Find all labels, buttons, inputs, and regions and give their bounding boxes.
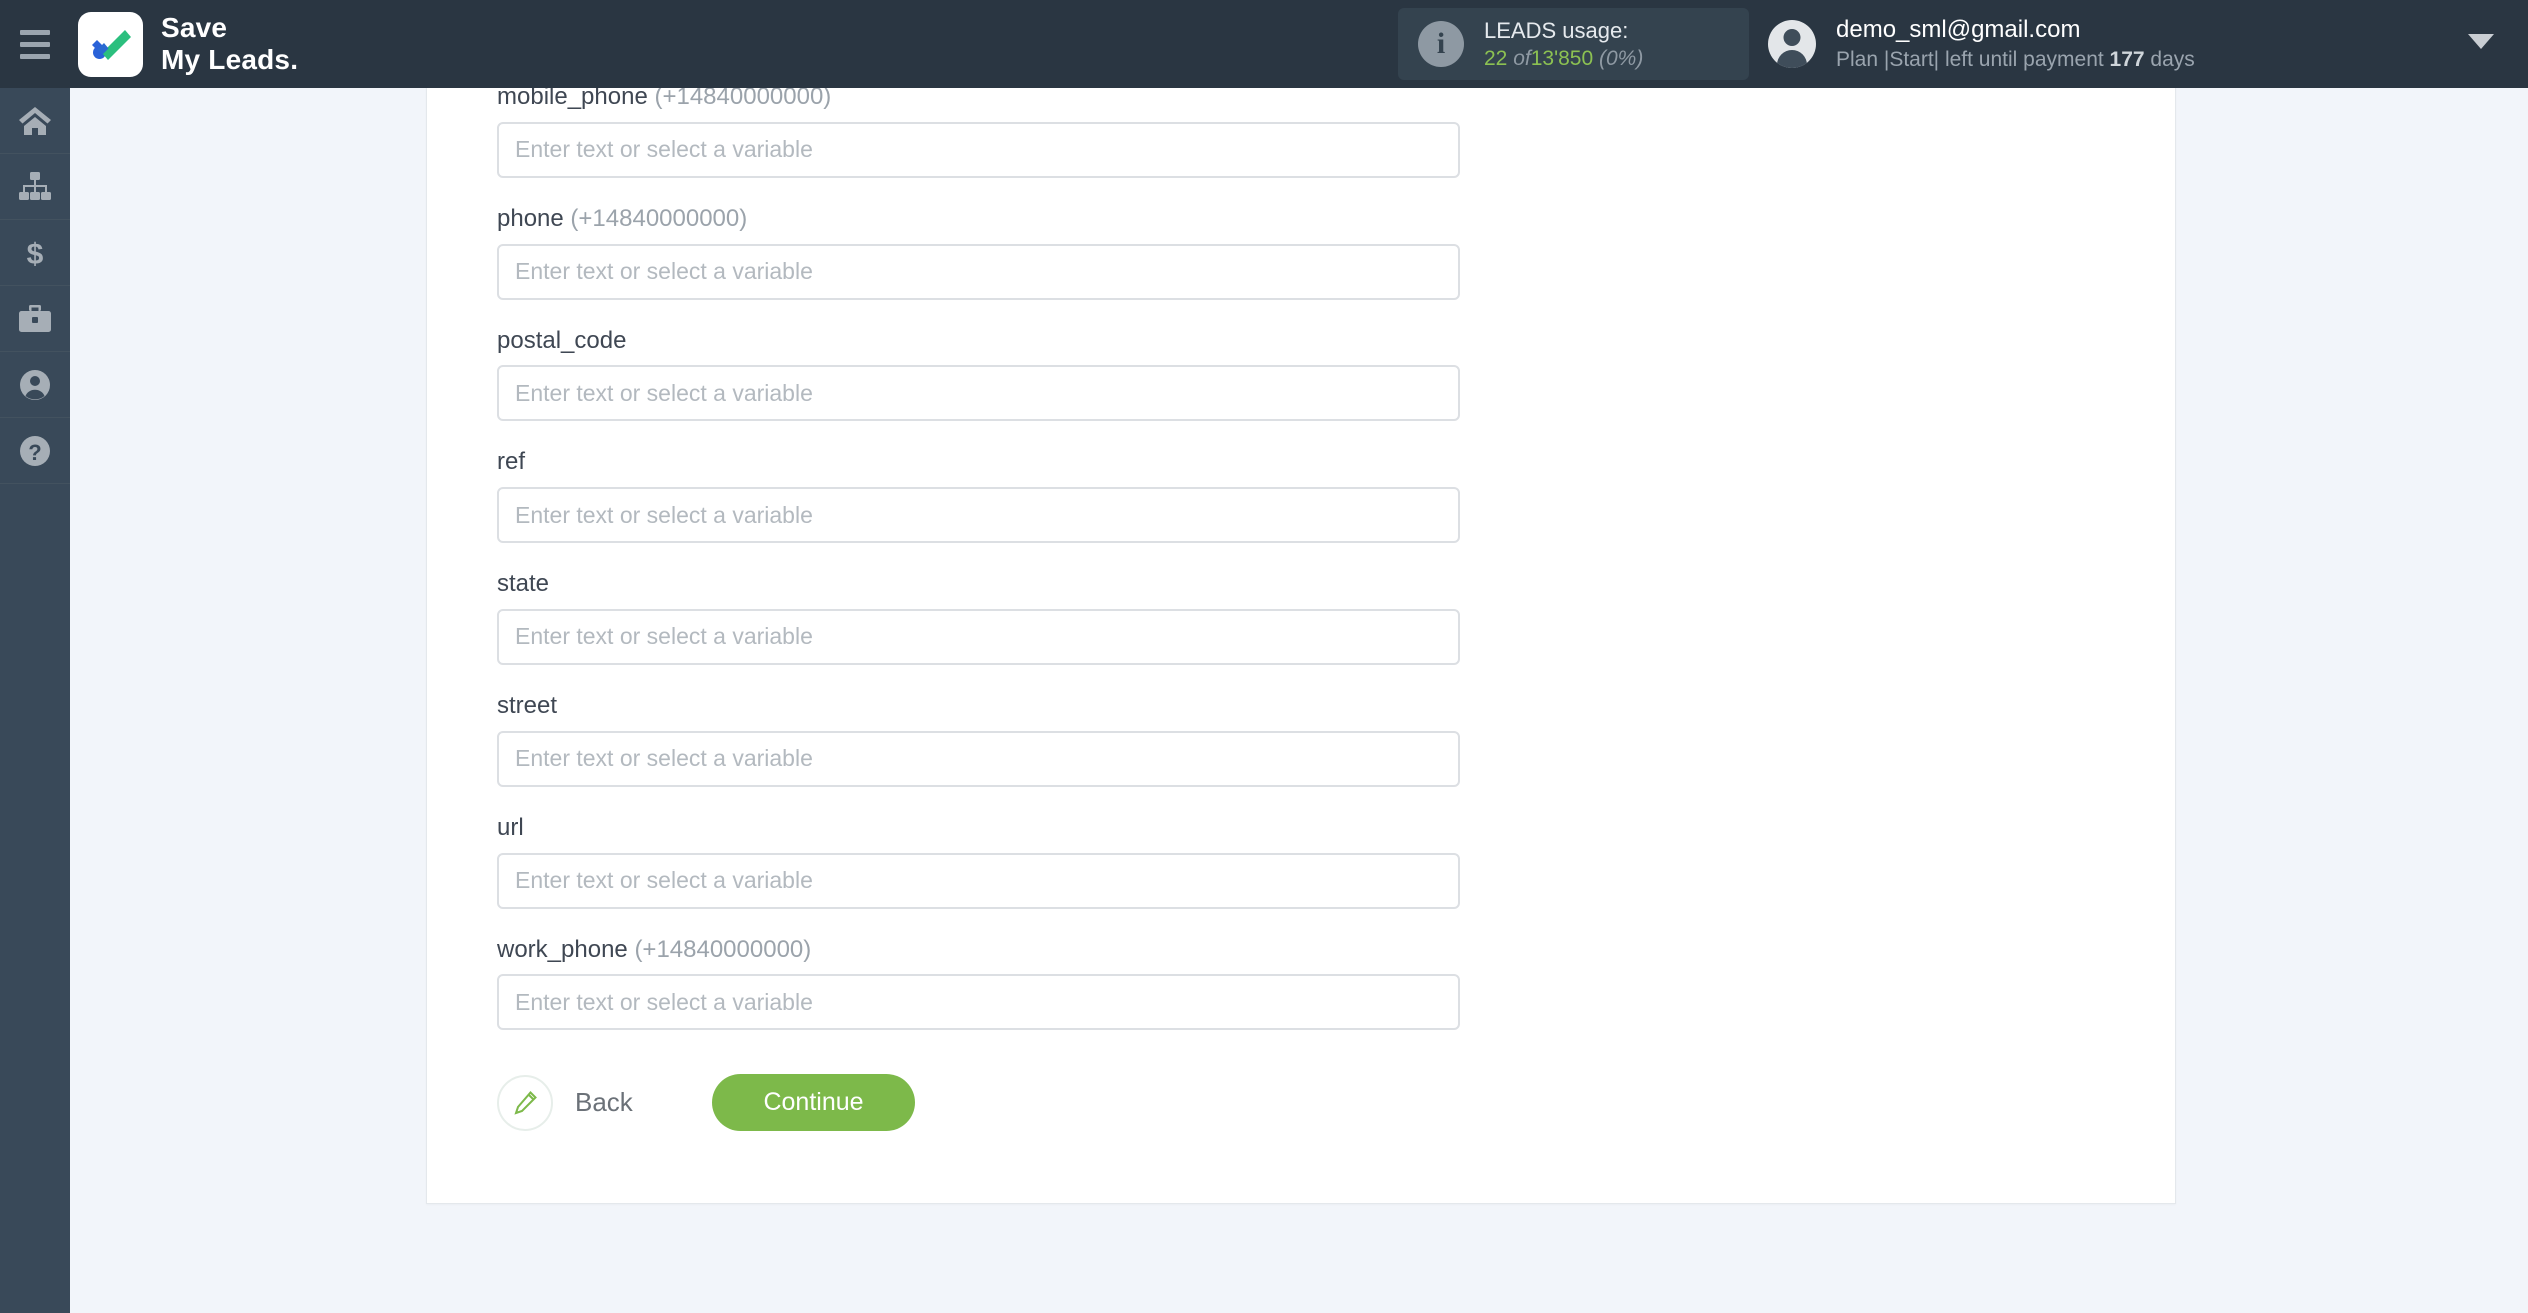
variable-input[interactable] <box>497 852 1460 909</box>
form-field: ref <box>497 448 2105 544</box>
account-email: demo_sml@gmail.com <box>1836 15 2081 43</box>
account-plan: Plan |Start| left until payment 177 days <box>1836 46 2195 74</box>
field-label: state <box>497 570 2105 599</box>
checkmark-logo-icon <box>78 11 143 77</box>
left-sidebar: $ ? <box>0 88 70 1313</box>
pencil-icon <box>497 1074 553 1131</box>
usage-text: LEADS usage: 22 of13'850 (0%) <box>1484 16 1643 73</box>
usage-used: 22 <box>1484 46 1508 70</box>
briefcase-icon <box>18 304 52 333</box>
sitemap-icon <box>18 171 52 202</box>
form-field: work_phone (+14840000000) <box>497 936 2105 1031</box>
hamburger-bar <box>20 41 50 47</box>
brand-line-1: Save <box>161 11 228 43</box>
variable-input[interactable] <box>497 730 1460 787</box>
plan-suffix: days <box>2144 48 2195 72</box>
sidebar-item-home[interactable] <box>0 88 70 154</box>
field-label: ref <box>497 448 2105 477</box>
variable-input[interactable] <box>497 487 1460 544</box>
hamburger-bar <box>20 29 50 35</box>
field-name: url <box>497 813 524 841</box>
hamburger-bar <box>20 53 50 59</box>
field-label: postal_code <box>497 327 2105 356</box>
top-header: Save My Leads. i LEADS usage: 22 of13'85… <box>0 0 2528 88</box>
field-list: mobile_phone (+14840000000) phone (+14840… <box>497 0 2105 1031</box>
field-name: work_phone <box>497 935 628 963</box>
account-menu[interactable]: demo_sml@gmail.com Plan |Start| left unt… <box>1768 0 2195 88</box>
form-field: mobile_phone (+14840000000) <box>497 83 2105 178</box>
form-actions: Back Continue <box>497 1074 2105 1132</box>
sidebar-item-services[interactable] <box>0 286 70 352</box>
continue-button[interactable]: Continue <box>712 1074 915 1132</box>
sidebar-item-billing[interactable]: $ <box>0 220 70 286</box>
svg-text:$: $ <box>27 238 44 269</box>
brand-logo[interactable]: Save My Leads. <box>78 11 298 77</box>
form-field: phone (+14840000000) <box>497 205 2105 300</box>
field-label: work_phone (+14840000000) <box>497 936 2105 965</box>
field-hint: (+14840000000) <box>570 204 748 232</box>
back-button[interactable]: Back <box>497 1074 712 1131</box>
usage-percent: (0%) <box>1598 46 1644 70</box>
field-label: street <box>497 692 2105 721</box>
variable-input[interactable] <box>497 974 1460 1031</box>
variable-input[interactable] <box>497 365 1460 422</box>
dollar-icon: $ <box>23 237 47 269</box>
back-label: Back <box>575 1087 633 1118</box>
usage-values: 22 of13'850 (0%) <box>1484 45 1643 73</box>
variable-input[interactable] <box>497 121 1460 178</box>
brand-name: Save My Leads. <box>161 12 298 77</box>
info-icon: i <box>1418 21 1464 67</box>
sidebar-item-help[interactable]: ? <box>0 418 70 484</box>
field-name: postal_code <box>497 326 627 354</box>
svg-text:?: ? <box>28 440 41 465</box>
usage-title: LEADS usage: <box>1484 17 1629 43</box>
account-text: demo_sml@gmail.com Plan |Start| left unt… <box>1836 14 2195 74</box>
field-name: ref <box>497 448 526 476</box>
usage-total: 13'850 <box>1530 46 1594 70</box>
user-avatar-icon <box>1768 20 1816 68</box>
leads-usage-badge[interactable]: i LEADS usage: 22 of13'850 (0%) <box>1398 8 1749 80</box>
field-label: url <box>497 814 2105 843</box>
field-name: state <box>497 570 550 598</box>
variable-input[interactable] <box>497 608 1460 665</box>
brand-line-2: My Leads. <box>161 44 299 75</box>
plan-days: 177 <box>2109 48 2145 72</box>
field-label: phone (+14840000000) <box>497 205 2105 234</box>
hamburger-menu-icon[interactable] <box>0 0 70 88</box>
sidebar-item-profile[interactable] <box>0 352 70 418</box>
home-icon <box>18 106 52 136</box>
form-field: url <box>497 814 2105 909</box>
variable-input[interactable] <box>497 243 1460 300</box>
form-field: street <box>497 692 2105 787</box>
field-name: street <box>497 691 558 719</box>
user-circle-icon <box>19 369 51 401</box>
field-hint: (+14840000000) <box>634 935 812 963</box>
form-field: state <box>497 570 2105 665</box>
field-mapping-card: mobile_phone (+14840000000) phone (+14840… <box>426 0 2176 1205</box>
field-name: phone <box>497 204 564 232</box>
question-circle-icon: ? <box>19 435 51 467</box>
sidebar-item-connections[interactable] <box>0 154 70 220</box>
usage-of: of <box>1513 46 1531 70</box>
plan-prefix: Plan |Start| left until payment <box>1836 48 2110 72</box>
form-field: postal_code <box>497 327 2105 422</box>
chevron-down-icon[interactable] <box>2468 34 2494 49</box>
